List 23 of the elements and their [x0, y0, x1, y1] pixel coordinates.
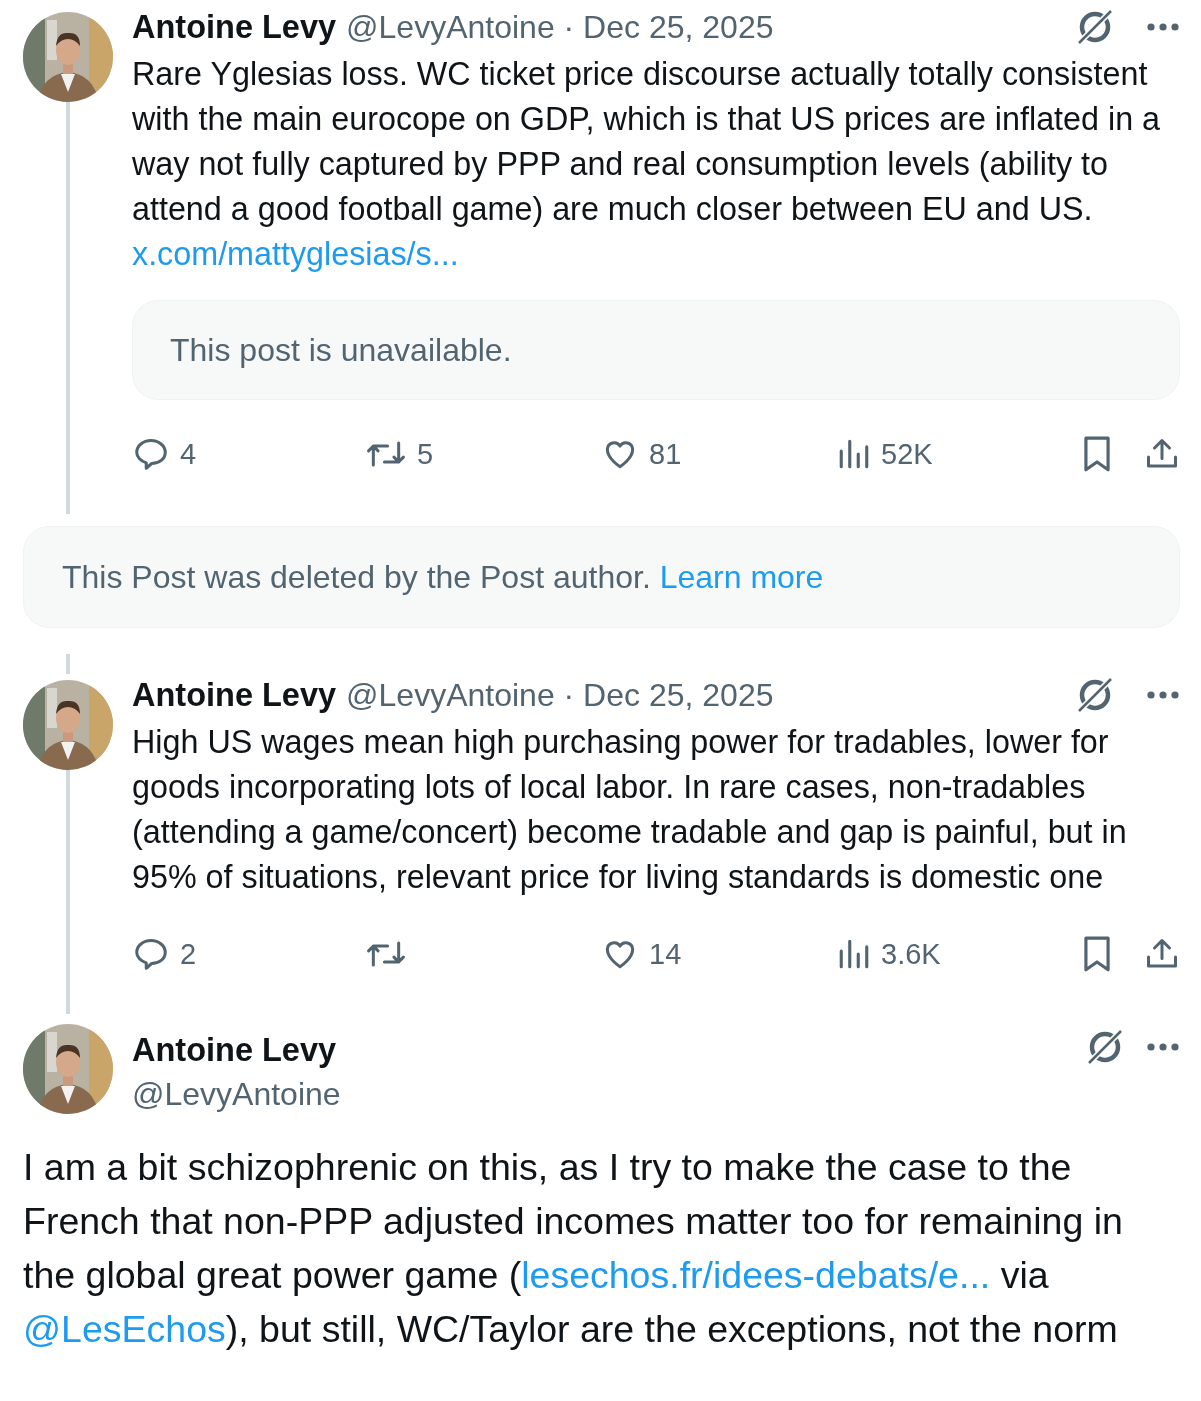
- post-meta: @LevyAntoine · Dec 25, 2025: [346, 8, 774, 46]
- more-icon[interactable]: [1146, 690, 1180, 700]
- more-icon[interactable]: [1146, 22, 1180, 32]
- repost-button[interactable]: 5: [365, 435, 601, 473]
- like-button[interactable]: 14: [601, 935, 837, 973]
- bar-chart-icon: [837, 937, 871, 971]
- more-icon[interactable]: [1146, 1042, 1180, 1052]
- post-text: Rare Yglesias loss. WC ticket price discourse actually totally consistent with the main eurocope on GDP, which is that US prices are inflated in a way not fully captured by PPP and real consumption levels (ability to attend a good football game) are much closer between EU and US. x.com/mattyglesias/s...: [132, 55, 1162, 274]
- author-name[interactable]: Antoine Levy: [132, 676, 337, 714]
- views-button[interactable]: 52K: [837, 437, 1080, 471]
- reply-button[interactable]: 2: [132, 935, 365, 973]
- post-text: High US wages mean high purchasing power for tradables, lower for goods incorporating lots of local labor. In rare cases, non-tradables (attending a game/concert) become tradable and gap is painful, but in 95% of situations, relevant price for living standards is domestic one: [132, 723, 1128, 897]
- post-meta: @LevyAntoine · Dec 25, 2025: [346, 676, 774, 714]
- author-name[interactable]: Antoine Levy: [132, 8, 337, 46]
- bar-chart-icon: [837, 437, 871, 471]
- notice-text: This Post was deleted by the Post author. Learn more: [62, 558, 824, 596]
- like-button[interactable]: 81: [601, 435, 837, 473]
- unavailable-text: This post is unavailable.: [170, 331, 512, 369]
- views-button[interactable]: 3.6K: [837, 937, 1080, 971]
- author-handle: @LevyAntoine: [132, 1075, 341, 1114]
- post-text: I am a bit schizophrenic on this, as I try to make the case to the French that non-PPP adjusted incomes matter too for remaining in the global great power game (lesechos.fr/idees-debats/e... via @LesEchos), but still, WC/Taylor are the exceptions, not the norm: [23, 1145, 1124, 1352]
- reply-button[interactable]: 4: [132, 435, 365, 473]
- author-name[interactable]: Antoine Levy: [132, 1028, 341, 1072]
